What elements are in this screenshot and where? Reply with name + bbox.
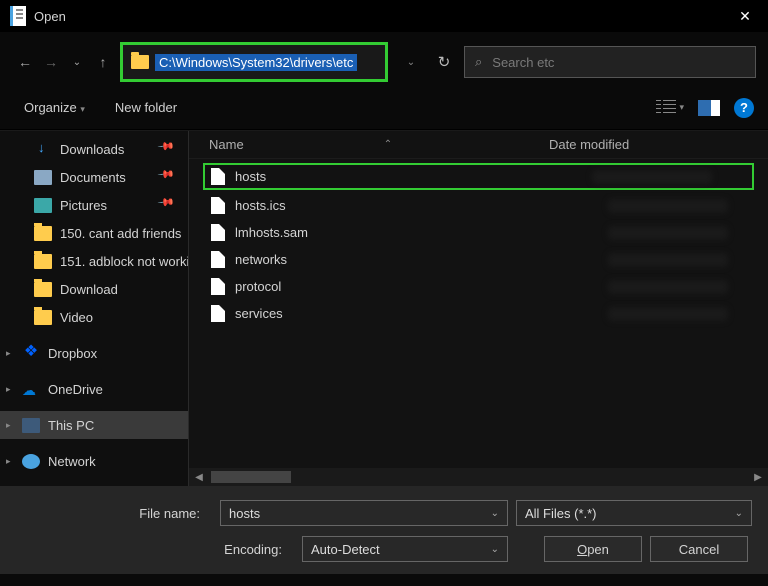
navigation-row: ← → ⌄ ↑ C:\Windows\System32\drivers\etc …: [0, 32, 768, 92]
toolbar: Organize ▾ New folder ▾ ?: [0, 92, 768, 130]
address-path[interactable]: C:\Windows\System32\drivers\etc: [155, 54, 357, 71]
sidebar-item-pictures[interactable]: Pictures📌: [0, 191, 188, 219]
sidebar-item-folder[interactable]: 150. cant add friends: [0, 219, 188, 247]
file-row[interactable]: hosts: [203, 163, 754, 190]
up-button[interactable]: ↑: [94, 54, 112, 70]
sort-indicator-icon: ⌃: [384, 139, 392, 150]
pictures-icon: [34, 198, 52, 213]
scroll-thumb[interactable]: [211, 471, 291, 483]
pin-icon: 📌: [157, 192, 184, 217]
scroll-right-icon[interactable]: ▶: [750, 472, 766, 483]
dropbox-icon: ❖: [22, 346, 40, 361]
sidebar-item-downloads[interactable]: ↓ Downloads📌: [0, 135, 188, 163]
folder-icon: [34, 254, 52, 269]
sidebar-item-folder[interactable]: 151. adblock not working: [0, 247, 188, 275]
organize-button[interactable]: Organize ▾: [18, 96, 91, 119]
folder-icon: [34, 310, 52, 325]
encoding-select[interactable]: Auto-Detect⌄: [302, 536, 508, 562]
file-row[interactable]: protocol: [189, 273, 768, 300]
address-dropdown[interactable]: ⌄: [398, 57, 424, 68]
search-input[interactable]: ⌕ Search etc: [464, 46, 756, 78]
onedrive-icon: ☁: [22, 382, 40, 397]
sidebar-item-dropbox[interactable]: ▸ ❖ Dropbox: [0, 339, 188, 367]
back-button[interactable]: ←: [16, 54, 34, 70]
file-row[interactable]: hosts.ics: [189, 192, 768, 219]
file-pane: Name⌃ Date modified hosts hosts.ics lmho…: [188, 131, 768, 486]
file-icon: [211, 305, 225, 322]
search-placeholder: Search etc: [492, 55, 554, 70]
recent-locations-button[interactable]: ⌄: [68, 57, 86, 68]
sidebar-item-network[interactable]: ▸ Network: [0, 447, 188, 475]
filename-input[interactable]: hosts⌄: [220, 500, 508, 526]
folder-icon: [131, 55, 149, 69]
close-button[interactable]: ✕: [722, 0, 768, 32]
pc-icon: [22, 418, 40, 433]
encoding-label: Encoding:: [16, 542, 294, 557]
column-name[interactable]: Name⌃: [209, 137, 549, 152]
column-headers: Name⌃ Date modified: [189, 131, 768, 159]
file-row[interactable]: services: [189, 300, 768, 327]
bottom-panel: File name: hosts⌄ All Files (*.*)⌄ Encod…: [0, 486, 768, 574]
scroll-left-icon[interactable]: ◀: [191, 472, 207, 483]
help-button[interactable]: ?: [734, 98, 754, 118]
folder-icon: [34, 282, 52, 297]
window-title: Open: [34, 9, 66, 24]
details-view-icon: [656, 100, 676, 116]
titlebar: Open ✕: [0, 0, 768, 32]
search-icon: ⌕: [475, 54, 482, 70]
sidebar: ↓ Downloads📌 Documents📌 Pictures📌 150. c…: [0, 131, 188, 486]
file-list: hosts hosts.ics lmhosts.sam networks pro: [189, 159, 768, 331]
sidebar-item-folder[interactable]: Video: [0, 303, 188, 331]
file-row[interactable]: lmhosts.sam: [189, 219, 768, 246]
pin-icon: 📌: [157, 136, 184, 161]
file-icon: [211, 197, 225, 214]
main-area: ↓ Downloads📌 Documents📌 Pictures📌 150. c…: [0, 130, 768, 486]
pin-icon: 📌: [157, 164, 184, 189]
file-icon: [211, 251, 225, 268]
horizontal-scrollbar[interactable]: ◀ ▶: [189, 468, 768, 486]
file-row[interactable]: networks: [189, 246, 768, 273]
open-button[interactable]: Open: [544, 536, 642, 562]
notepad-icon: [10, 6, 26, 26]
file-filter-select[interactable]: All Files (*.*)⌄: [516, 500, 752, 526]
folder-icon: [34, 226, 52, 241]
network-icon: [22, 454, 40, 469]
sidebar-item-thispc[interactable]: ▸ This PC: [0, 411, 188, 439]
refresh-button[interactable]: ↻: [432, 53, 456, 71]
filename-label: File name:: [16, 506, 212, 521]
cancel-button[interactable]: Cancel: [650, 536, 748, 562]
chevron-down-icon[interactable]: ⌄: [735, 508, 743, 519]
documents-icon: [34, 170, 52, 185]
address-bar[interactable]: C:\Windows\System32\drivers\etc: [120, 42, 388, 82]
preview-pane-button[interactable]: [698, 100, 720, 116]
sidebar-item-documents[interactable]: Documents📌: [0, 163, 188, 191]
sidebar-item-onedrive[interactable]: ▸ ☁ OneDrive: [0, 375, 188, 403]
download-icon: ↓: [34, 142, 52, 157]
chevron-down-icon[interactable]: ⌄: [491, 544, 499, 555]
sidebar-item-folder[interactable]: Download: [0, 275, 188, 303]
file-icon: [211, 224, 225, 241]
new-folder-button[interactable]: New folder: [109, 96, 183, 119]
column-date[interactable]: Date modified: [549, 137, 629, 152]
chevron-down-icon[interactable]: ⌄: [491, 508, 499, 519]
forward-button[interactable]: →: [42, 54, 60, 70]
file-icon: [211, 168, 225, 185]
view-button[interactable]: ▾: [656, 100, 684, 116]
file-icon: [211, 278, 225, 295]
